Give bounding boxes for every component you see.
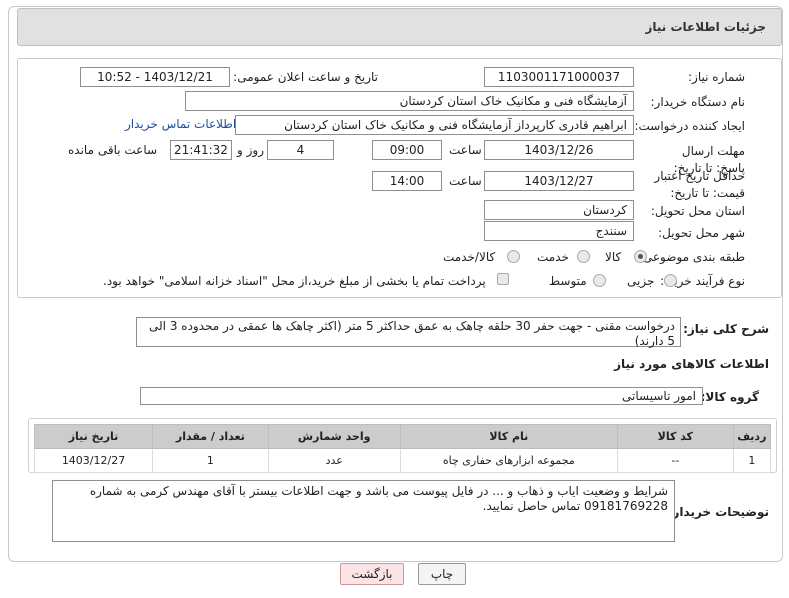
cell-row: 1 bbox=[732, 448, 772, 473]
notes-label: توضیحات خریدار: bbox=[667, 505, 769, 519]
remaining-label: ساعت باقی مانده bbox=[68, 143, 158, 157]
notes-box: شرایط و وضعیت ایاب و ذهاب و ... در فایل … bbox=[52, 480, 675, 542]
back-button[interactable]: بازگشت bbox=[340, 563, 404, 585]
cell-code: -- bbox=[616, 448, 734, 473]
remaining-time-field: 21:41:32 bbox=[170, 140, 232, 160]
cell-date: 1403/12/27 bbox=[33, 448, 154, 473]
category-option-goods: کالا bbox=[605, 250, 622, 264]
province-label: استان محل تحویل: bbox=[650, 204, 745, 218]
need-number-field: 1103001171000037 bbox=[484, 67, 634, 87]
city-field: سنندج bbox=[484, 221, 634, 241]
category-radio-goods-service[interactable] bbox=[507, 250, 520, 263]
reply-hour-label: ساعت bbox=[449, 143, 482, 157]
purchase-radio-partial[interactable] bbox=[664, 274, 677, 287]
goods-section-title: اطلاعات کالاهای مورد نیاز bbox=[614, 357, 769, 371]
goods-table-header: ردیف کد کالا نام کالا واحد شمارش تعداد /… bbox=[33, 424, 772, 449]
price-time-field: 14:00 bbox=[372, 171, 442, 191]
reply-date-field: 1403/12/26 bbox=[484, 140, 634, 160]
category-radio-goods[interactable] bbox=[634, 250, 647, 263]
announce-datetime-field: 1403/12/21 - 10:52 bbox=[80, 67, 230, 87]
goods-table: ردیف کد کالا نام کالا واحد شمارش تعداد /… bbox=[33, 424, 772, 473]
reply-time-field: 09:00 bbox=[372, 140, 442, 160]
purchase-radio-medium[interactable] bbox=[593, 274, 606, 287]
col-quantity: تعداد / مقدار bbox=[152, 424, 269, 449]
buyer-org-label: نام دستگاه خریدار: bbox=[650, 95, 746, 109]
col-name: نام کالا bbox=[399, 424, 618, 449]
col-row: ردیف bbox=[732, 424, 772, 449]
treasury-note: پرداخت تمام یا بخشی از مبلغ خرید،از محل … bbox=[103, 274, 486, 288]
treasury-checkbox[interactable] bbox=[497, 273, 509, 285]
buyer-org-field: آزمایشگاه فنی و مکانیک خاک استان کردستان bbox=[185, 91, 634, 111]
cell-name: مجموعه ابزارهای حفاری چاه bbox=[399, 448, 618, 473]
col-code: کد کالا bbox=[616, 424, 734, 449]
requester-field: ابراهیم قادری کارپرداز آزمایشگاه فنی و م… bbox=[235, 115, 634, 135]
cell-quantity: 1 bbox=[152, 448, 269, 473]
goods-group-label: گروه کالا: bbox=[700, 390, 759, 404]
category-radio-service[interactable] bbox=[577, 250, 590, 263]
days-remaining-field: 4 bbox=[267, 140, 334, 160]
city-label: شهر محل تحویل: bbox=[658, 226, 745, 240]
description-box: درخواست مقنی - جهت حفر 30 حلقه چاهک به ع… bbox=[136, 317, 681, 348]
print-button[interactable]: چاپ bbox=[418, 563, 466, 585]
cell-unit: عدد bbox=[267, 448, 401, 473]
header-bar: جزئیات اطلاعات نیاز bbox=[17, 8, 782, 46]
description-label: شرح کلی نیاز: bbox=[683, 322, 769, 336]
price-date-field: 1403/12/27 bbox=[484, 171, 634, 191]
days-label: روز و bbox=[237, 143, 264, 157]
price-hour-label: ساعت bbox=[449, 174, 482, 188]
col-unit: واحد شمارش bbox=[267, 424, 401, 449]
col-date: تاریخ نیاز bbox=[33, 424, 154, 449]
purchase-option-partial: جزیی bbox=[627, 274, 655, 288]
page-title: جزئیات اطلاعات نیاز bbox=[645, 20, 766, 34]
requester-label: ایجاد کننده درخواست: bbox=[634, 119, 745, 133]
province-field: کردستان bbox=[484, 200, 634, 220]
need-number-label: شماره نیاز: bbox=[688, 70, 745, 84]
buyer-contact-link[interactable]: اطلاعات تماس خریدار bbox=[125, 117, 236, 131]
category-option-goods-service: کالا/خدمت bbox=[443, 250, 496, 264]
goods-group-field: امور تاسیساتی bbox=[140, 387, 703, 405]
table-row: 1 -- مجموعه ابزارهای حفاری چاه عدد 1 140… bbox=[33, 448, 772, 473]
purchase-option-medium: متوسط bbox=[549, 274, 587, 288]
category-option-service: خدمت bbox=[537, 250, 569, 264]
announce-label: تاریخ و ساعت اعلان عمومی: bbox=[233, 70, 378, 84]
category-label: طبقه بندی موضوعی: bbox=[638, 250, 745, 264]
price-validity-label: حداقل تاریخ اعتبار قیمت: تا تاریخ: bbox=[654, 169, 745, 200]
